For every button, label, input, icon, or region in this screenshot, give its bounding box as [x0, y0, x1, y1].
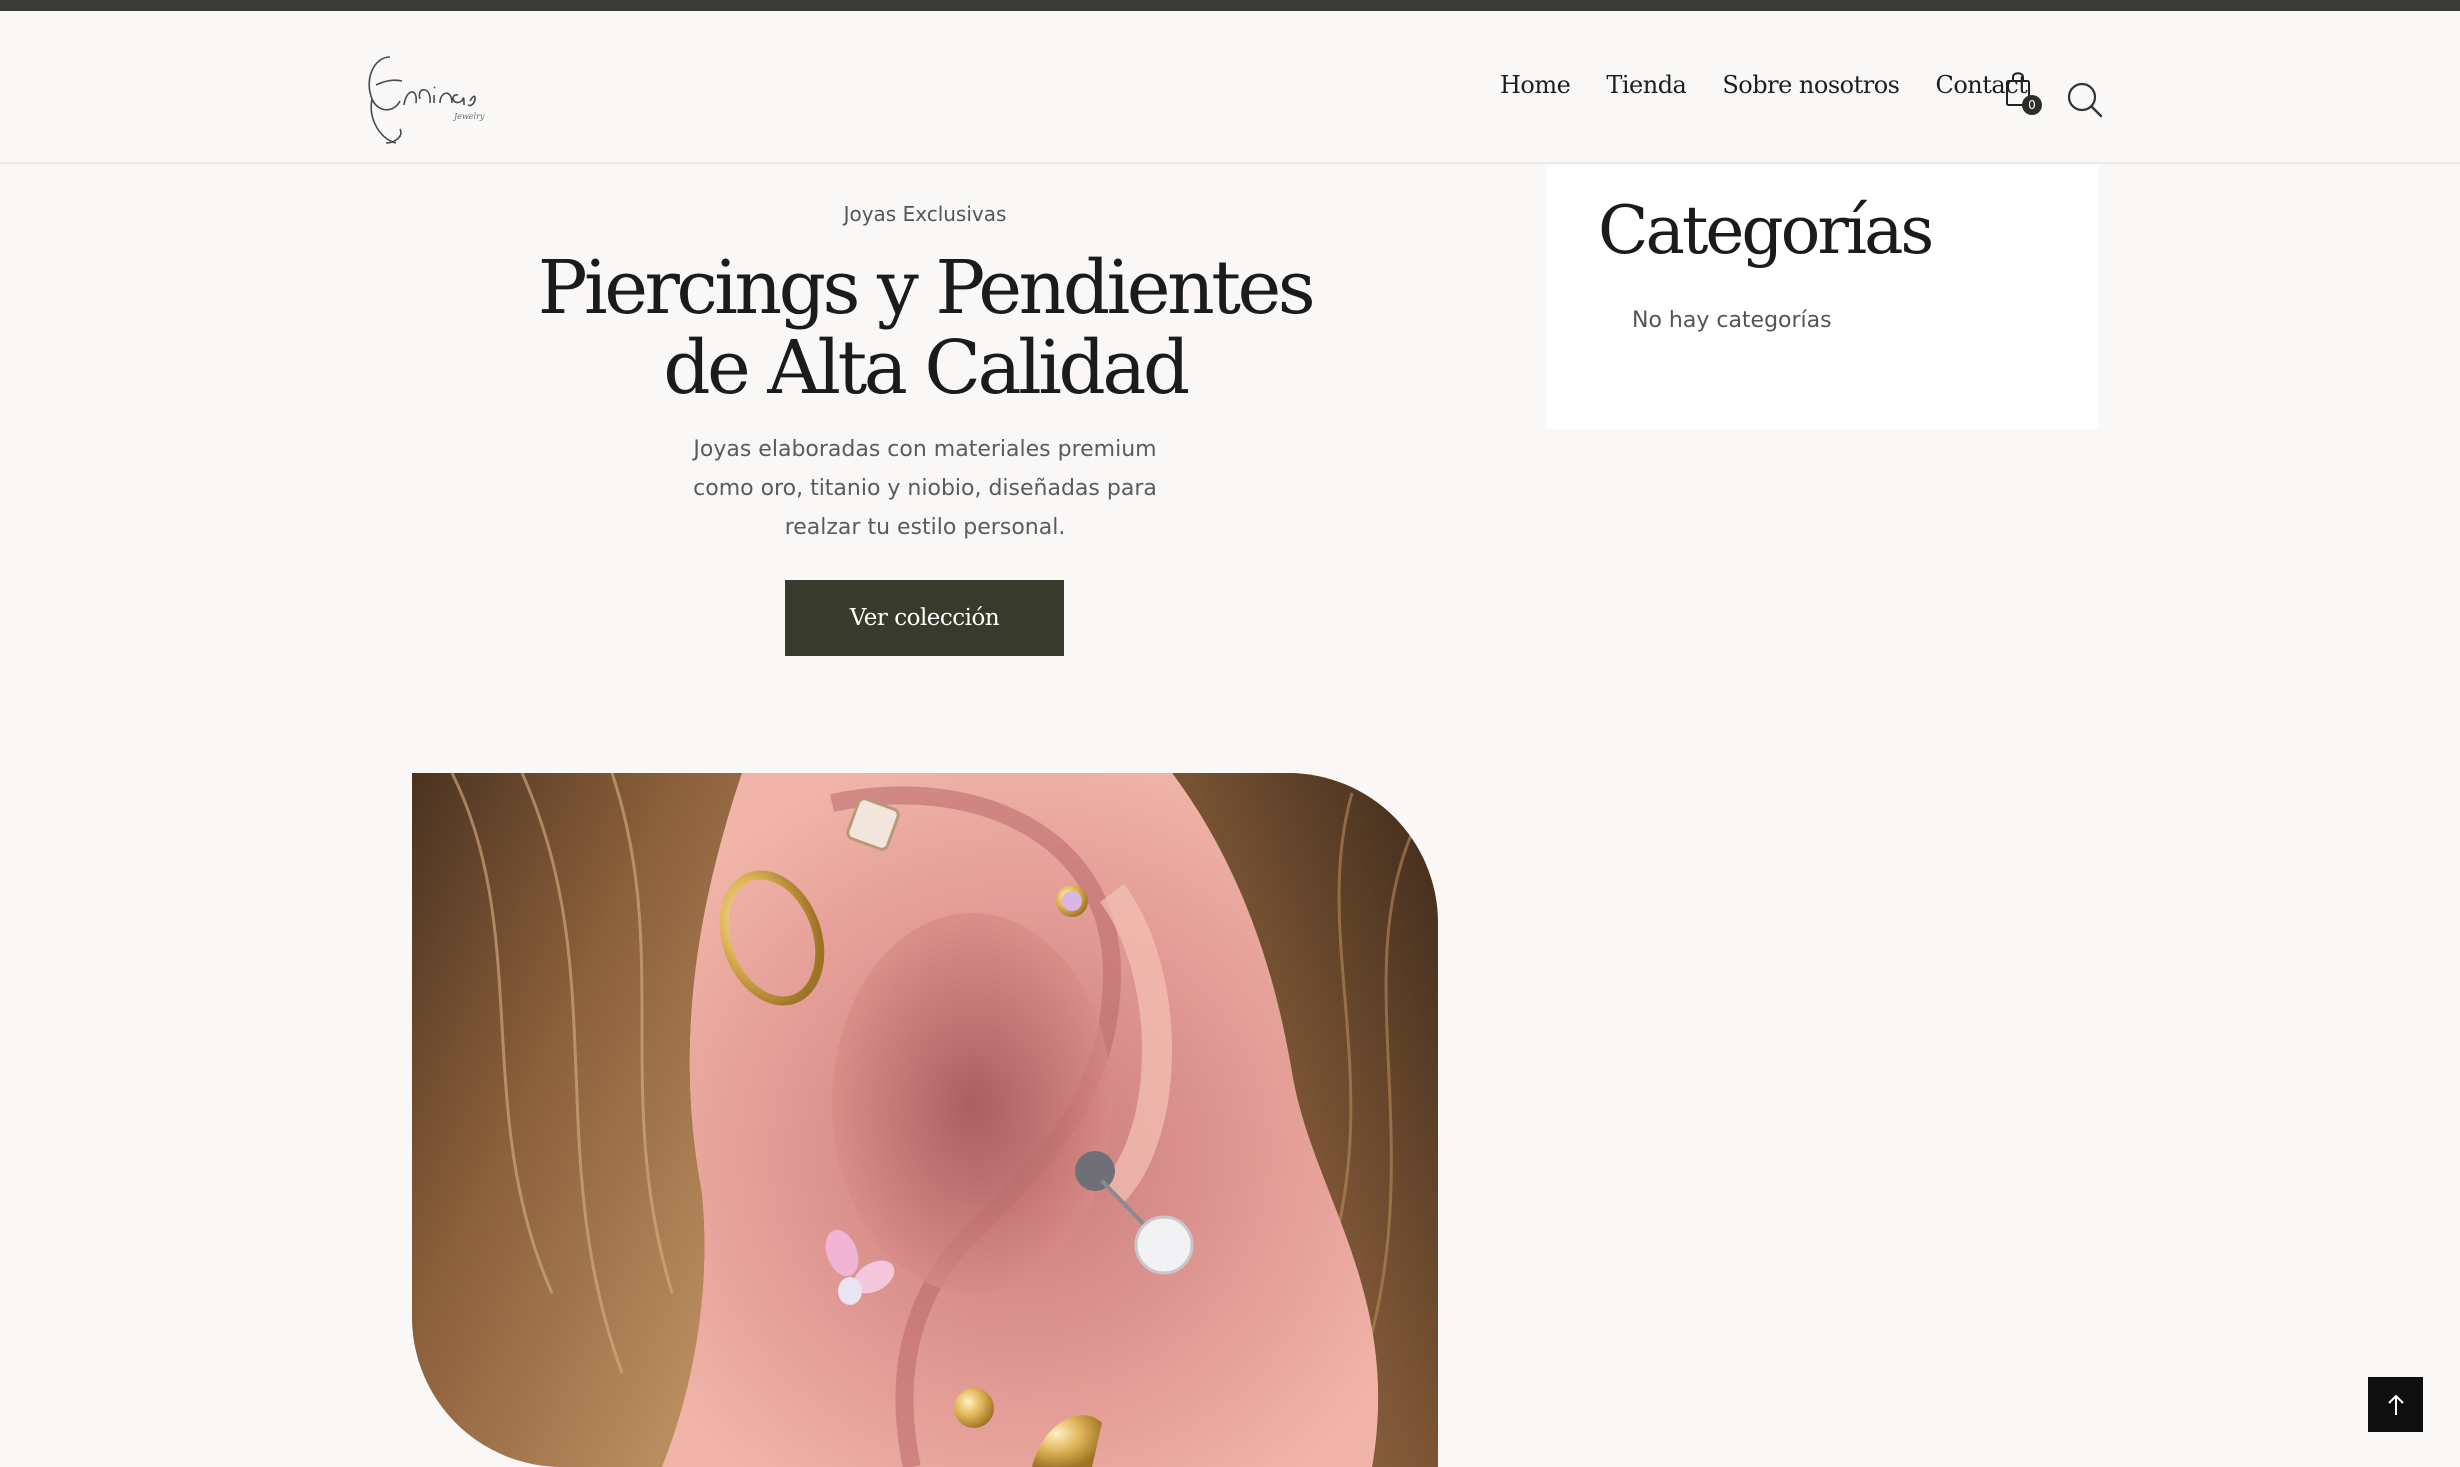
hero-eyebrow: Joyas Exclusivas [843, 202, 1007, 226]
site-header: Jewelry Home Tienda Sobre nosotros Conta… [0, 11, 2460, 164]
top-strip [0, 0, 2460, 11]
arrow-up-icon [2387, 1394, 2404, 1415]
nav-item-tienda[interactable]: Tienda [1606, 71, 1687, 99]
ear-piercings-photo [412, 773, 1438, 1467]
categories-empty-message: No hay categorías [1632, 308, 1832, 333]
cart-count-badge: 0 [2022, 95, 2042, 115]
hero-title: Piercings y Pendientes de Alta Calidad [537, 245, 1316, 411]
cart-button[interactable]: 0 [2004, 69, 2044, 119]
main-navigation: Home Tienda Sobre nosotros Contact [1500, 71, 2063, 99]
view-collection-button[interactable]: Ver colección [785, 580, 1064, 656]
search-button[interactable] [2066, 81, 2104, 119]
logo-signature: Jewelry [368, 56, 485, 144]
svg-text:Jewelry: Jewelry [452, 112, 485, 121]
hero-description: Joyas elaboradas con materiales premium … [693, 437, 1157, 540]
nav-item-sobre-nosotros[interactable]: Sobre nosotros [1722, 71, 1900, 99]
nav-item-home[interactable]: Home [1500, 71, 1571, 99]
back-to-top-button[interactable] [2368, 1377, 2423, 1432]
categories-title: Categorías [1598, 192, 1934, 269]
search-icon [2067, 82, 2103, 118]
categories-widget: Categorías No hay categorías [1546, 166, 2099, 429]
site-logo[interactable]: Jewelry [360, 39, 500, 149]
